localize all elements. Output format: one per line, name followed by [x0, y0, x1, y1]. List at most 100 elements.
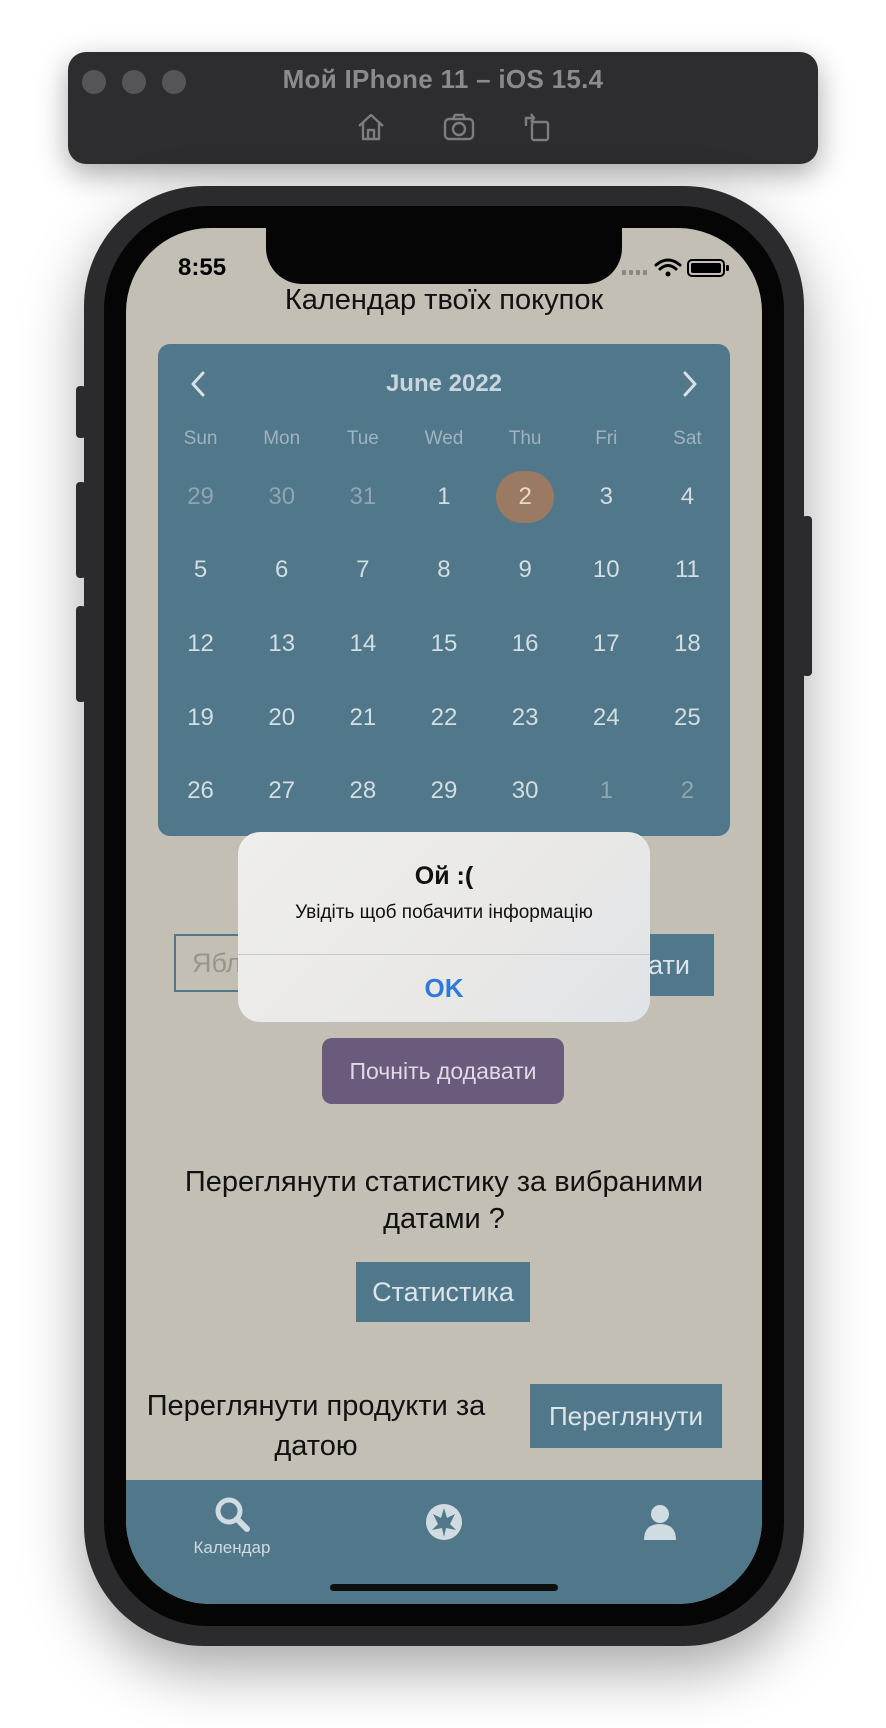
- calendar-day-number: 26: [187, 777, 214, 805]
- calendar-day-number: 5: [193, 556, 208, 584]
- tab-calendar-label: Календар: [193, 1538, 271, 1557]
- calendar-day-number: 6: [275, 556, 289, 584]
- calendar-day[interactable]: 11: [647, 534, 728, 608]
- calendar-day[interactable]: 26: [160, 754, 241, 828]
- products-prompt: Переглянути продукти за датою: [146, 1390, 486, 1462]
- calendar-day-number: 20: [268, 703, 296, 731]
- home-indicator: [330, 1584, 558, 1591]
- calendar-day-number: 16: [511, 629, 539, 657]
- calendar-grid: 29 30 31 1 2 3 4 5 6 7 8 9 10 11 12 13 14 15 16 17 18 19 20 21 2…: [158, 460, 730, 828]
- calendar-day-number: 24: [592, 703, 620, 731]
- calendar-day-number: 12: [187, 629, 214, 657]
- calendar-day[interactable]: 9: [485, 534, 566, 608]
- calendar-day-number: 31: [349, 482, 377, 510]
- calendar-day-number: 17: [592, 629, 620, 657]
- calendar-day[interactable]: 23: [485, 681, 566, 755]
- calendar-day[interactable]: 6: [241, 534, 322, 608]
- calendar-day[interactable]: 22: [403, 681, 484, 755]
- calendar-week-row: 12 13 14 15 16 17 18: [160, 607, 728, 681]
- battery-icon: [687, 259, 729, 277]
- calendar-week-row: 29 30 31 1 2 3 4: [160, 460, 728, 534]
- calendar-day[interactable]: 24: [566, 681, 647, 755]
- stats-prompt: Переглянути статистику за вибраними дата…: [184, 1166, 704, 1235]
- chevron-right-icon: [683, 371, 697, 397]
- start-adding-button[interactable]: Почніть додавати: [322, 1038, 564, 1104]
- calendar-day-number: 1: [599, 777, 613, 805]
- calendar-day[interactable]: 1: [403, 460, 484, 534]
- simulator-window-bar: Мой IPhone 11 – iOS 15.4: [68, 52, 818, 164]
- calendar-day-number: 28: [349, 777, 377, 805]
- alert-dialog: Ой :( Увідіть щоб побачити інформацію OK: [238, 832, 650, 1022]
- calendar-day-number: 7: [356, 556, 370, 584]
- calendar-day[interactable]: 5: [160, 534, 241, 608]
- next-month-button[interactable]: [672, 366, 708, 402]
- calendar-day[interactable]: 13: [241, 607, 322, 681]
- calendar-day[interactable]: 14: [322, 607, 403, 681]
- calendar-week-row: 26 27 28 29 30 1 2: [160, 754, 728, 828]
- calendar-day[interactable]: 12: [160, 607, 241, 681]
- calendar-day[interactable]: 17: [566, 607, 647, 681]
- alert-message: Увідіть щоб побачити інформацію: [295, 902, 593, 923]
- calendar-day-number: 11: [674, 556, 700, 584]
- calendar-week-row: 5 6 7 8 9 10 11: [160, 534, 728, 608]
- tab-calendar[interactable]: Календар: [180, 1494, 284, 1558]
- calendar-day-number: 29: [187, 482, 214, 510]
- tab-profile[interactable]: [640, 1502, 680, 1542]
- calendar-day[interactable]: 30: [485, 754, 566, 828]
- calendar-day[interactable]: 29: [160, 460, 241, 534]
- calendar-day[interactable]: 29: [403, 754, 484, 828]
- calendar-day-number: 29: [430, 777, 458, 805]
- calendar-day-number: 13: [268, 629, 296, 657]
- home-icon[interactable]: [354, 110, 388, 144]
- view-products-button[interactable]: Переглянути: [530, 1384, 722, 1448]
- calendar-day[interactable]: 21: [322, 681, 403, 755]
- calendar-day[interactable]: 2: [647, 754, 728, 828]
- calendar-day-number: 18: [674, 629, 701, 657]
- calendar-day[interactable]: 19: [160, 681, 241, 755]
- tab-middle[interactable]: [424, 1502, 464, 1542]
- calendar-day[interactable]: 4: [647, 460, 728, 534]
- calendar-day[interactable]: 3: [566, 460, 647, 534]
- calendar-day[interactable]: 16: [485, 607, 566, 681]
- calendar-month-label: June 2022: [385, 370, 503, 397]
- calendar-day[interactable]: 15: [403, 607, 484, 681]
- statistics-button[interactable]: Статистика: [356, 1262, 530, 1322]
- rebel-emblem-icon: [426, 1504, 462, 1540]
- calendar-day-number: 30: [268, 482, 296, 510]
- weekday-label: Thu: [508, 428, 542, 449]
- rotate-icon[interactable]: [520, 110, 554, 144]
- signal-icon: [622, 270, 647, 275]
- calendar-day[interactable]: 31: [322, 460, 403, 534]
- weekday-label: Fri: [595, 428, 618, 449]
- calendar-day-number: 14: [349, 629, 377, 657]
- alert-title: Ой :(: [414, 862, 474, 890]
- page-title: Календар твоїх покупок: [284, 284, 604, 316]
- calendar-week-row: 19 20 21 22 23 24 25: [160, 681, 728, 755]
- calendar-day[interactable]: 28: [322, 754, 403, 828]
- notch: [266, 228, 622, 284]
- weekday-label: Sat: [673, 428, 702, 449]
- user-icon: [644, 1505, 676, 1540]
- calendar-day[interactable]: 30: [241, 460, 322, 534]
- calendar-day[interactable]: 25: [647, 681, 728, 755]
- calendar-day-number: 21: [349, 703, 377, 731]
- simulator-title: Мой IPhone 11 – iOS 15.4: [282, 64, 604, 94]
- calendar-day-number: 27: [268, 777, 296, 805]
- calendar-day[interactable]: 7: [322, 534, 403, 608]
- status-icons: [622, 258, 729, 277]
- calendar-day-number: 9: [518, 556, 532, 584]
- calendar-day-selected[interactable]: 2: [485, 460, 566, 534]
- screenshot-icon[interactable]: [442, 110, 476, 144]
- calendar-day-number: 2: [680, 777, 695, 805]
- calendar-day[interactable]: 18: [647, 607, 728, 681]
- calendar-day[interactable]: 1: [566, 754, 647, 828]
- calendar-day[interactable]: 10: [566, 534, 647, 608]
- alert-ok-button[interactable]: OK: [238, 955, 650, 1022]
- calendar-day[interactable]: 27: [241, 754, 322, 828]
- calendar-day[interactable]: 20: [241, 681, 322, 755]
- calendar-day[interactable]: 8: [403, 534, 484, 608]
- calendar-day-number: 23: [511, 703, 539, 731]
- calendar-day-number: 4: [680, 482, 695, 510]
- status-time: 8:55: [178, 254, 227, 281]
- calendar-day-number: 25: [674, 703, 701, 731]
